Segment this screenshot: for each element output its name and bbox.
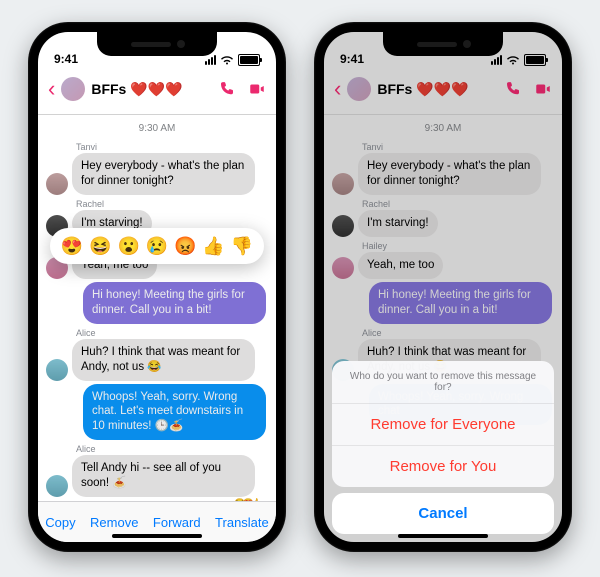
status-time: 9:41 [54, 52, 78, 66]
notch [383, 32, 503, 56]
message-row[interactable]: Hey everybody - what's the plan for dinn… [46, 153, 268, 195]
chat-title[interactable]: BFFs ❤️❤️❤️ [91, 81, 218, 98]
video-call-icon[interactable] [248, 80, 266, 98]
message-bubble[interactable]: Whoops! Yeah, sorry. Wrong chat. Let's m… [83, 384, 266, 441]
signal-icon [205, 55, 216, 65]
phone-mockup-left: 9:41 ‹ BFFs ❤️❤️❤️ 9:30 AM Tanvi [28, 22, 286, 552]
forward-button[interactable]: Forward [153, 515, 201, 530]
message-row[interactable]: Huh? I think that was meant for Andy, no… [46, 339, 268, 381]
chat-avatar[interactable] [61, 77, 85, 101]
avatar[interactable] [46, 359, 68, 381]
sender-label: Alice [76, 328, 268, 338]
back-button[interactable]: ‹ [48, 78, 61, 100]
translate-button[interactable]: Translate [215, 515, 269, 530]
reaction-picker[interactable]: 😍 😆 😮 😢 😡 👍 👎 [50, 228, 264, 264]
notch [97, 32, 217, 56]
message-bubble-selected[interactable]: Hi honey! Meeting the girls for dinner. … [83, 282, 266, 324]
avatar[interactable] [46, 173, 68, 195]
screen-left: 9:41 ‹ BFFs ❤️❤️❤️ 9:30 AM Tanvi [38, 32, 276, 542]
battery-icon [238, 54, 260, 66]
sender-label: Rachel [76, 199, 268, 209]
remove-for-you-button[interactable]: Remove for You [332, 446, 554, 487]
sender-label: Tanvi [76, 142, 268, 152]
message-bubble[interactable]: Tell Andy hi -- see all of you soon! 🍝 [72, 455, 255, 497]
thread-timestamp: 9:30 AM [38, 115, 276, 138]
reaction-angry-icon[interactable]: 😡 [174, 236, 196, 257]
action-sheet-group: Who do you want to remove this message f… [332, 361, 554, 487]
phone-mockup-right: 9:41 ‹ BFFs ❤️❤️❤️ 9:30 AM Tanvi [314, 22, 572, 552]
avatar[interactable] [46, 475, 68, 497]
chat-header: ‹ BFFs ❤️❤️❤️ [38, 68, 276, 115]
screen-right: 9:41 ‹ BFFs ❤️❤️❤️ 9:30 AM Tanvi [324, 32, 562, 542]
home-indicator[interactable] [112, 534, 202, 538]
remove-for-everyone-button[interactable]: Remove for Everyone [332, 404, 554, 446]
message-row[interactable]: Hi honey! Meeting the girls for dinner. … [46, 282, 268, 324]
reaction-love-icon[interactable]: 😍 [61, 236, 83, 257]
action-sheet: Who do you want to remove this message f… [332, 361, 554, 534]
cancel-button[interactable]: Cancel [332, 493, 554, 534]
message-thread[interactable]: Tanvi Hey everybody - what's the plan fo… [38, 142, 276, 515]
remove-button[interactable]: Remove [90, 515, 138, 530]
reaction-wow-icon[interactable]: 😮 [117, 236, 139, 257]
message-bubble[interactable]: Huh? I think that was meant for Andy, no… [72, 339, 255, 381]
message-bubble[interactable]: Hey everybody - what's the plan for dinn… [72, 153, 255, 195]
reaction-thumbs-down-icon[interactable]: 👎 [231, 236, 253, 257]
audio-call-icon[interactable] [218, 80, 236, 98]
action-sheet-prompt: Who do you want to remove this message f… [332, 361, 554, 404]
status-icons [205, 54, 260, 66]
message-row[interactable]: Tell Andy hi -- see all of you soon! 🍝 [46, 455, 268, 497]
copy-button[interactable]: Copy [45, 515, 75, 530]
reaction-thumbs-up-icon[interactable]: 👍 [202, 236, 224, 257]
message-row[interactable]: Whoops! Yeah, sorry. Wrong chat. Let's m… [46, 384, 268, 441]
home-indicator[interactable] [398, 534, 488, 538]
wifi-icon [220, 55, 234, 66]
sender-label: Alice [76, 444, 268, 454]
reaction-haha-icon[interactable]: 😆 [89, 236, 111, 257]
reaction-sad-icon[interactable]: 😢 [146, 236, 168, 257]
